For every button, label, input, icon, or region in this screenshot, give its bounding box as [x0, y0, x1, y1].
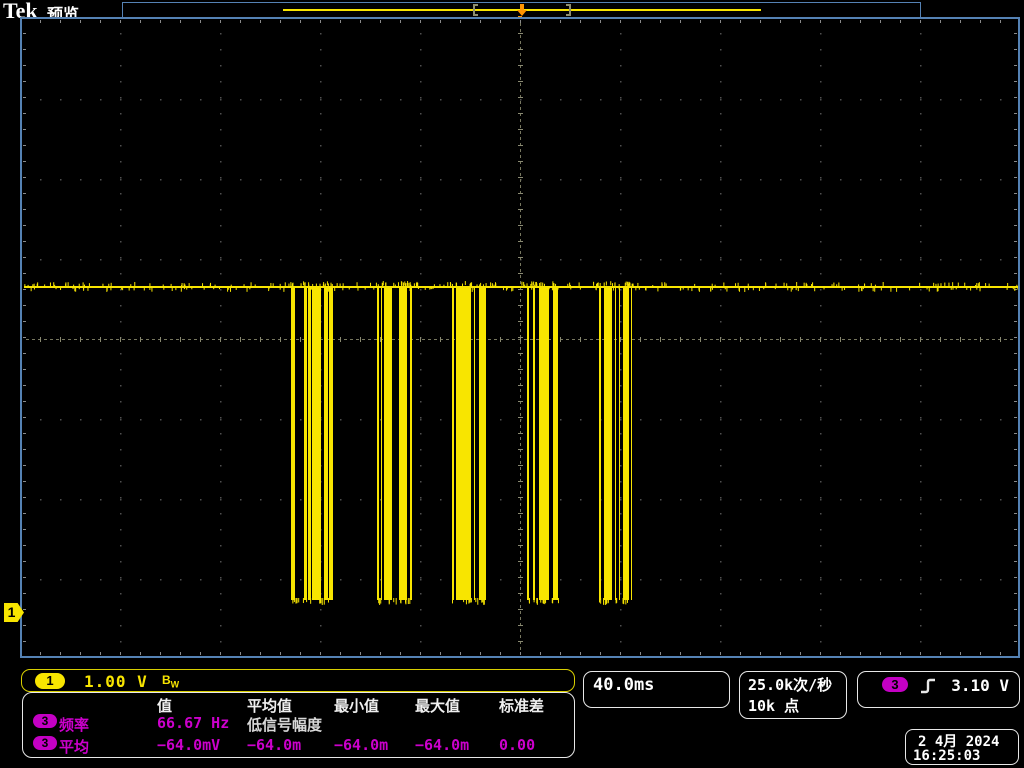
meas-value: 66.67 Hz [157, 714, 229, 732]
channel1-waveform-trace [22, 19, 1018, 656]
channel1-badge: 1 [35, 673, 65, 689]
oscilloscope-screen: Tek 预览 1 1 1.00 V BW 40.0ms 25.0k次/秒 10k… [0, 0, 1024, 768]
datetime-readout[interactable]: 2 4月 2024 16:25:03 [905, 729, 1019, 765]
bandwidth-limit-icon: BW [162, 673, 179, 689]
meas-source-badge: 3 [33, 714, 57, 728]
meas-mean: −64.0m [247, 736, 301, 754]
acquisition-readout[interactable]: 25.0k次/秒 10k 点 [739, 671, 847, 719]
meas-name: 平均 [59, 736, 89, 757]
meas-stddev: 0.00 [499, 736, 535, 754]
sample-rate-value: 25.0k次/秒 [748, 674, 832, 695]
time-value: 16:25:03 [913, 748, 980, 764]
meas-header-min: 最小值 [334, 695, 379, 716]
channel1-readout[interactable]: 1 1.00 V BW [21, 669, 575, 692]
trigger-level-value: 3.10 V [951, 676, 1009, 695]
meas-min: −64.0m [334, 736, 388, 754]
measurement-table: 值 平均值 最小值 最大值 标准差 3 频率 66.67 Hz 低信号幅度 3 … [22, 692, 575, 758]
trigger-readout[interactable]: 3 3.10 V [857, 671, 1020, 708]
meas-header-max: 最大值 [415, 695, 460, 716]
meas-header-stddev: 标准差 [499, 695, 544, 716]
horizontal-scale-value: 40.0ms [593, 675, 654, 695]
record-overview-graphic [123, 3, 920, 17]
channel1-ground-marker[interactable]: 1 [4, 603, 24, 622]
horizontal-scale-readout[interactable]: 40.0ms [583, 671, 730, 708]
meas-max: −64.0m [415, 736, 469, 754]
meas-value: −64.0mV [157, 736, 220, 754]
meas-header-mean: 平均值 [247, 695, 292, 716]
meas-name: 频率 [59, 714, 89, 735]
meas-status-message: 低信号幅度 [247, 714, 322, 735]
channel1-scale-value: 1.00 V [84, 672, 148, 691]
trigger-source-badge: 3 [882, 677, 908, 692]
meas-source-badge: 3 [33, 736, 57, 750]
record-length-value: 10k 点 [748, 695, 799, 716]
meas-header-value: 值 [157, 695, 172, 716]
waveform-display-area: 1 [20, 17, 1020, 658]
rising-edge-icon [920, 677, 936, 700]
